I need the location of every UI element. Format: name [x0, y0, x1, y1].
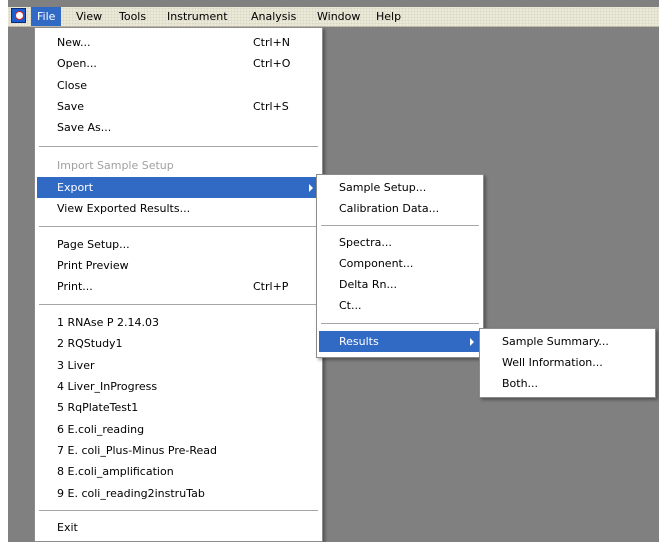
- menu-item-exit[interactable]: Exit: [37, 517, 320, 538]
- menu-item-import-sample-setup: Import Sample Setup: [57, 159, 174, 172]
- menu-window[interactable]: Window: [311, 7, 366, 26]
- menu-item-results[interactable]: Results: [319, 331, 481, 352]
- menu-item-open[interactable]: Open... Ctrl+O: [37, 53, 320, 74]
- recent-file-item[interactable]: 1 RNAse P 2.14.03: [37, 312, 320, 333]
- menu-item-save-as[interactable]: Save As...: [37, 117, 320, 138]
- window-left-edge: [0, 0, 8, 542]
- menu-separator: [321, 323, 479, 324]
- menu-tools[interactable]: Tools: [113, 7, 152, 26]
- menu-separator: [39, 304, 318, 305]
- recent-file-item[interactable]: 4 Liver_InProgress: [37, 376, 320, 397]
- menu-item-close[interactable]: Close: [37, 75, 320, 96]
- menu-item-component[interactable]: Component...: [319, 253, 481, 274]
- menu-separator: [39, 226, 318, 227]
- file-menu: New... Ctrl+N Open... Ctrl+O Close Save …: [34, 27, 323, 542]
- menu-item-spectra[interactable]: Spectra...: [319, 232, 481, 253]
- menu-item-ct[interactable]: Ct...: [319, 295, 481, 316]
- menu-item-new[interactable]: New... Ctrl+N: [37, 32, 320, 53]
- submenu-arrow-icon: [470, 338, 474, 346]
- menu-instrument[interactable]: Instrument: [161, 7, 234, 26]
- menu-separator: [321, 225, 479, 226]
- menu-item-sample-setup[interactable]: Sample Setup...: [319, 177, 481, 198]
- recent-file-item[interactable]: 7 E. coli_Plus-Minus Pre-Read: [37, 440, 320, 461]
- menu-analysis[interactable]: Analysis: [245, 7, 302, 26]
- menu-item-calibration-data[interactable]: Calibration Data...: [319, 198, 481, 219]
- menu-item-view-exported-results[interactable]: View Exported Results...: [37, 198, 320, 219]
- menu-item-print-preview[interactable]: Print Preview: [37, 255, 320, 276]
- menu-item-delta-rn[interactable]: Delta Rn...: [319, 274, 481, 295]
- recent-file-item[interactable]: 9 E. coli_reading2instruTab: [37, 483, 320, 504]
- submenu-arrow-icon: [309, 184, 313, 192]
- menu-item-save[interactable]: Save Ctrl+S: [37, 96, 320, 117]
- recent-file-item[interactable]: 2 RQStudy1: [37, 333, 320, 354]
- menu-item-both[interactable]: Both...: [482, 373, 653, 394]
- results-submenu: Sample Summary... Well Information... Bo…: [479, 328, 656, 398]
- recent-file-item[interactable]: 5 RqPlateTest1: [37, 397, 320, 418]
- app-icon[interactable]: [11, 8, 26, 23]
- recent-file-item[interactable]: 8 E.coli_amplification: [37, 461, 320, 482]
- menu-separator: [39, 510, 318, 511]
- menu-separator: [39, 146, 318, 147]
- menu-item-print[interactable]: Print... Ctrl+P: [37, 276, 320, 297]
- menu-item-sample-summary[interactable]: Sample Summary...: [482, 331, 653, 352]
- menu-file[interactable]: File: [31, 7, 62, 26]
- menu-item-well-information[interactable]: Well Information...: [482, 352, 653, 373]
- menu-help[interactable]: Help: [370, 7, 407, 26]
- recent-file-item[interactable]: 3 Liver: [37, 355, 320, 376]
- menu-view[interactable]: View: [70, 7, 108, 26]
- menu-item-page-setup[interactable]: Page Setup...: [37, 234, 320, 255]
- menu-bar: File View Tools Instrument Analysis Wind…: [8, 7, 659, 27]
- menu-item-export[interactable]: Export: [37, 177, 320, 198]
- recent-file-item[interactable]: 6 E.coli_reading: [37, 419, 320, 440]
- export-submenu: Sample Setup... Calibration Data... Spec…: [316, 174, 484, 358]
